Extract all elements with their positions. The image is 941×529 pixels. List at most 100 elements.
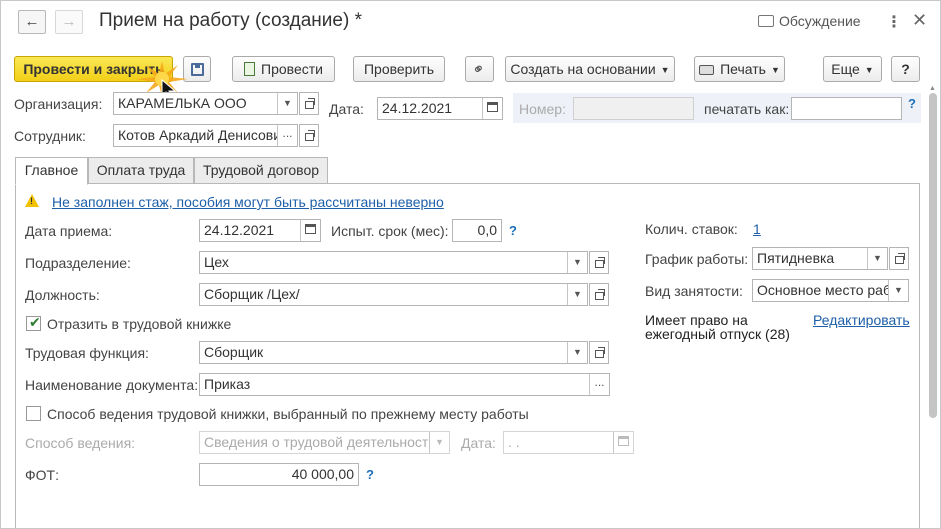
employment-field[interactable]: Основное место раб ▼ bbox=[752, 279, 909, 302]
dropdown-arrow-icon[interactable]: ▼ bbox=[567, 284, 587, 305]
open-position-icon[interactable] bbox=[589, 283, 609, 306]
vacation-line-2: ежегодный отпуск (28) bbox=[645, 326, 790, 342]
number-field[interactable] bbox=[573, 97, 694, 120]
open-labor-function-icon[interactable] bbox=[589, 341, 609, 364]
rates-link[interactable]: 1 bbox=[753, 221, 761, 237]
discussion-button[interactable]: Обсуждение bbox=[758, 13, 861, 29]
department-field[interactable]: Цех ▼ bbox=[199, 251, 588, 274]
dropdown-arrow-icon: ▼ bbox=[770, 65, 780, 75]
dropdown-arrow-icon[interactable]: ▼ bbox=[567, 342, 587, 363]
previous-method-label[interactable]: Способ ведения трудовой книжки, выбранны… bbox=[47, 406, 529, 422]
post-document-icon bbox=[244, 62, 256, 76]
forward-button[interactable]: → bbox=[55, 10, 83, 34]
more-label: Еще bbox=[831, 61, 860, 77]
arrow-right-icon: → bbox=[61, 13, 77, 30]
window-title: Прием на работу (создание) * bbox=[99, 10, 362, 31]
document-name-field[interactable]: Приказ ... bbox=[199, 373, 610, 396]
dropdown-arrow-icon[interactable]: ▼ bbox=[277, 93, 297, 114]
post-button[interactable]: Провести bbox=[232, 56, 335, 82]
fot-field[interactable]: 40 000,00 bbox=[199, 463, 359, 486]
dropdown-arrow-icon: ▼ bbox=[660, 65, 670, 75]
tab-payment[interactable]: Оплата труда bbox=[88, 157, 194, 184]
tab-main[interactable]: Главное bbox=[15, 157, 88, 185]
method-value: Сведения о трудовой деятельности bbox=[204, 434, 437, 450]
select-ellipsis-icon[interactable]: ... bbox=[589, 374, 609, 395]
open-department-icon[interactable] bbox=[589, 251, 609, 274]
method-date-field: . . bbox=[503, 431, 634, 454]
method-date-value: . . bbox=[508, 434, 520, 450]
position-field[interactable]: Сборщик /Цех/ ▼ bbox=[199, 283, 588, 306]
document-name-label: Наименование документа: bbox=[25, 377, 199, 393]
schedule-label: График работы: bbox=[645, 251, 749, 267]
number-label: Номер: bbox=[519, 101, 566, 117]
dropdown-arrow-icon: ▼ bbox=[864, 65, 874, 75]
workbook-checkbox[interactable]: ✔ bbox=[26, 314, 41, 331]
employee-field[interactable]: Котов Аркадий Денисови ... bbox=[113, 124, 298, 147]
labor-function-value: Сборщик bbox=[204, 344, 264, 360]
scrollbar-thumb[interactable] bbox=[929, 93, 937, 418]
dropdown-arrow-icon[interactable]: ▼ bbox=[888, 280, 908, 301]
labor-function-field[interactable]: Сборщик ▼ bbox=[199, 341, 588, 364]
print-label: Печать bbox=[720, 61, 766, 77]
date-value: 24.12.2021 bbox=[382, 100, 453, 116]
probation-field[interactable]: 0,0 bbox=[452, 219, 502, 242]
help-question-icon[interactable]: ? bbox=[908, 96, 916, 111]
chat-icon bbox=[758, 15, 774, 27]
post-button-label: Провести bbox=[261, 61, 323, 77]
edit-vacation-link[interactable]: Редактировать bbox=[813, 312, 910, 328]
date-label: Дата: bbox=[329, 101, 364, 117]
create-based-on-label: Создать на основании bbox=[510, 61, 656, 77]
method-field: Сведения о трудовой деятельности ▼ bbox=[199, 431, 450, 454]
select-ellipsis-icon[interactable]: ... bbox=[277, 125, 297, 146]
position-value: Сборщик /Цех/ bbox=[204, 286, 300, 302]
calendar-icon bbox=[613, 432, 633, 453]
save-icon bbox=[190, 63, 204, 76]
date-field[interactable]: 24.12.2021 bbox=[377, 97, 503, 120]
print-as-field[interactable] bbox=[791, 97, 902, 120]
hire-date-label: Дата приема: bbox=[25, 223, 113, 239]
printer-icon bbox=[699, 65, 715, 75]
employee-value: Котов Аркадий Денисови bbox=[118, 127, 282, 143]
rates-label: Колич. ставок: bbox=[645, 221, 738, 237]
attach-button[interactable]: ⚭ bbox=[465, 56, 494, 82]
organization-field[interactable]: КАРАМЕЛЬКА ООО ▼ bbox=[113, 92, 298, 115]
warning-icon: ! bbox=[25, 194, 39, 207]
organization-label: Организация: bbox=[14, 96, 103, 112]
help-question-icon[interactable]: ? bbox=[366, 467, 374, 482]
back-button[interactable]: ← bbox=[18, 10, 46, 34]
dropdown-arrow-icon: ▼ bbox=[429, 432, 449, 453]
open-organization-icon[interactable] bbox=[299, 92, 319, 115]
hire-date-field[interactable]: 24.12.2021 bbox=[199, 219, 321, 242]
employment-value: Основное место раб bbox=[757, 282, 891, 298]
warning-link[interactable]: Не заполнен стаж, пособия могут быть рас… bbox=[52, 194, 444, 210]
print-as-label: печатать как: bbox=[704, 101, 790, 117]
create-based-on-button[interactable]: Создать на основании ▼ bbox=[505, 56, 675, 82]
hire-date-value: 24.12.2021 bbox=[204, 222, 275, 238]
dropdown-arrow-icon[interactable]: ▼ bbox=[567, 252, 587, 273]
tab-labor-contract[interactable]: Трудовой договор bbox=[194, 157, 328, 184]
print-button[interactable]: Печать ▼ bbox=[694, 56, 785, 82]
open-employee-icon[interactable] bbox=[299, 124, 319, 147]
workbook-checkbox-label[interactable]: Отразить в трудовой книжке bbox=[47, 316, 231, 332]
employee-label: Сотрудник: bbox=[14, 128, 86, 144]
department-label: Подразделение: bbox=[25, 255, 131, 271]
open-schedule-icon[interactable] bbox=[889, 247, 909, 270]
more-button[interactable]: Еще ▼ bbox=[823, 56, 882, 82]
organization-value: КАРАМЕЛЬКА ООО bbox=[118, 95, 247, 111]
help-button[interactable]: ? bbox=[891, 56, 920, 82]
calendar-icon[interactable] bbox=[482, 98, 502, 119]
scroll-up-icon[interactable]: ▲ bbox=[929, 85, 936, 92]
discussion-label: Обсуждение bbox=[779, 13, 861, 29]
checkmark-icon: ✔ bbox=[29, 314, 41, 330]
method-label: Способ ведения: bbox=[25, 435, 136, 451]
calendar-icon[interactable] bbox=[300, 220, 320, 241]
dropdown-arrow-icon[interactable]: ▼ bbox=[867, 248, 887, 269]
schedule-field[interactable]: Пятидневка ▼ bbox=[752, 247, 888, 270]
more-options-icon[interactable]: ⋮ bbox=[886, 12, 902, 32]
close-icon[interactable]: ✕ bbox=[912, 10, 927, 31]
help-question-icon[interactable]: ? bbox=[509, 223, 517, 238]
method-date-label: Дата: bbox=[461, 435, 496, 451]
previous-method-checkbox[interactable] bbox=[26, 406, 41, 421]
check-button[interactable]: Проверить bbox=[353, 56, 445, 82]
department-value: Цех bbox=[204, 254, 229, 270]
